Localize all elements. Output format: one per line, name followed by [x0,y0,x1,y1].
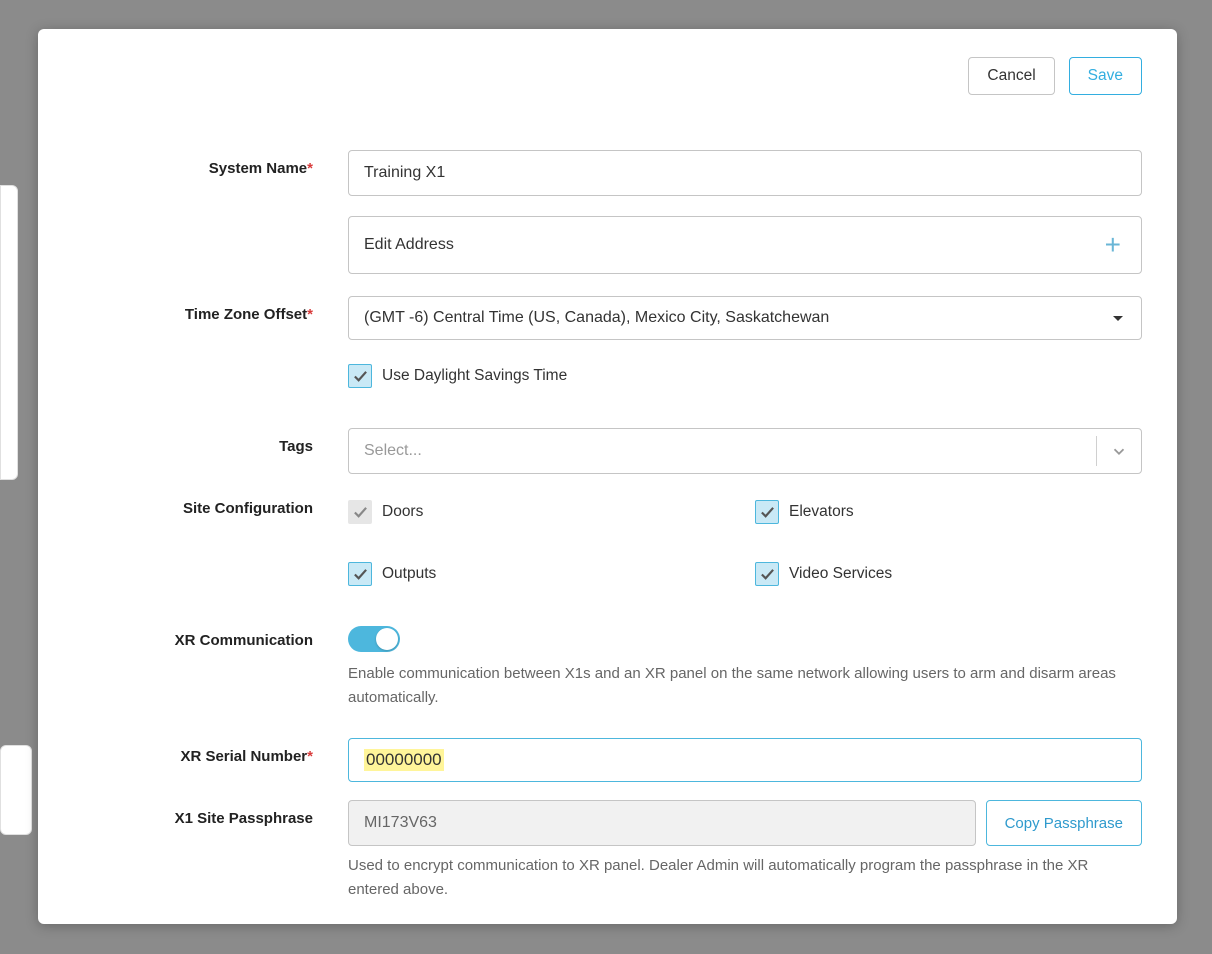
site-config-label: Site Configuration [73,496,348,517]
timezone-value: (GMT -6) Central Time (US, Canada), Mexi… [364,309,829,327]
passphrase-input: MI173V63 [348,800,976,846]
tags-select[interactable]: Select... [348,428,1142,474]
xr-comm-help: Enable communication between X1s and an … [348,662,1142,710]
tags-placeholder: Select... [364,442,422,460]
xr-comm-label: XR Communication [73,626,348,649]
toggle-knob [376,628,398,650]
plus-icon: + [1105,231,1121,259]
system-name-input[interactable] [348,150,1142,196]
outputs-label: Outputs [382,565,436,583]
elevators-label: Elevators [789,503,854,521]
chevron-down-icon [1097,442,1141,460]
system-name-label: System Name* [73,150,348,177]
dst-checkbox[interactable] [348,364,372,388]
xr-comm-toggle[interactable] [348,626,400,652]
copy-passphrase-button[interactable]: Copy Passphrase [986,800,1142,846]
video-services-label: Video Services [789,565,892,583]
xr-serial-input[interactable]: 00000000 [348,738,1142,782]
cancel-button[interactable]: Cancel [968,57,1054,95]
background-panel-2 [0,745,32,835]
passphrase-help: Used to encrypt communication to XR pane… [348,854,1142,902]
background-panel [0,185,18,480]
modal-action-bar: Cancel Save [73,57,1142,95]
dst-label: Use Daylight Savings Time [382,367,567,385]
timezone-select[interactable]: (GMT -6) Central Time (US, Canada), Mexi… [348,296,1142,340]
outputs-checkbox[interactable] [348,562,372,586]
settings-modal: Cancel Save System Name* Edit Address + … [38,29,1177,924]
passphrase-value: MI173V63 [364,814,437,832]
edit-address-label: Edit Address [364,236,454,254]
timezone-label: Time Zone Offset* [73,296,348,323]
doors-checkbox [348,500,372,524]
xr-serial-value: 00000000 [364,749,444,771]
xr-serial-label: XR Serial Number* [73,738,348,765]
edit-address-button[interactable]: Edit Address + [348,216,1142,274]
video-services-checkbox[interactable] [755,562,779,586]
caret-down-icon [1113,316,1123,321]
save-button[interactable]: Save [1069,57,1142,95]
elevators-checkbox[interactable] [755,500,779,524]
x1-passphrase-label: X1 Site Passphrase [73,800,348,827]
doors-label: Doors [382,503,423,521]
tags-label: Tags [73,428,348,455]
